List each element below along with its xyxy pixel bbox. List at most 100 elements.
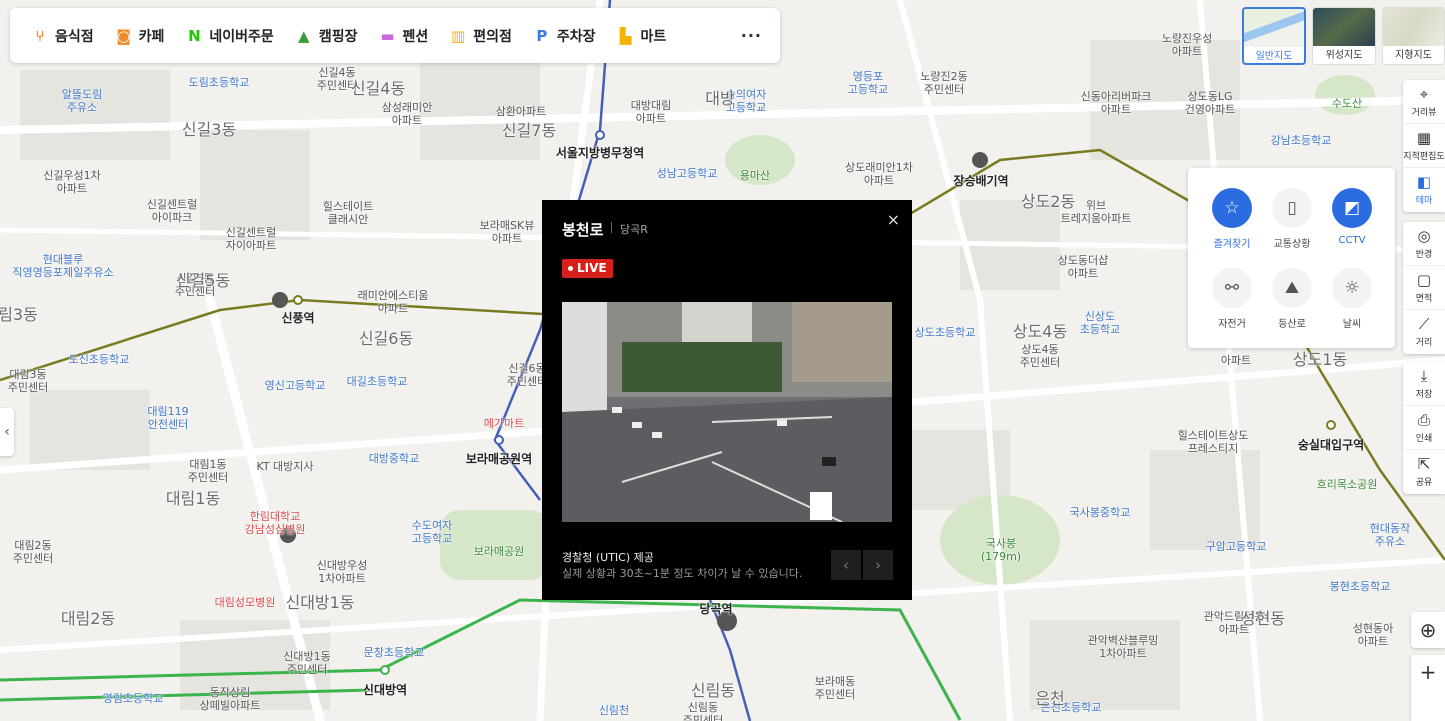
map-label[interactable]: 구암고등학교 [1206,540,1267,553]
map-label[interactable]: 국사봉 (179m) [981,537,1021,563]
map-label[interactable]: 상도4동 [1013,324,1067,340]
map-label[interactable]: 상도래미안1차 아파트 [845,161,913,187]
map-label[interactable]: 보라매공원 [474,545,525,558]
toolbar-share[interactable]: ⇱ 공유 [1403,450,1445,494]
toolbar-street-view[interactable]: ⌖ 거리뷰 [1403,80,1445,124]
map-label[interactable]: 래미안에스티움 아파트 [358,289,429,315]
toolbar-print[interactable]: ⎙ 인쇄 [1403,406,1445,450]
map-label[interactable]: 신대방역 [363,684,407,697]
map-label[interactable]: 상도초등학교 [915,326,976,339]
map-label[interactable]: 신상도 초등학교 [1080,310,1120,336]
map-label[interactable]: 수도여자 고등학교 [412,519,452,545]
map-label[interactable]: 관악벽산블루밍 1차아파트 [1088,634,1159,660]
map-label[interactable]: 문창초등학교 [364,646,425,659]
map-label[interactable]: 대림3동 주민센터 [8,368,48,394]
prev-camera-button[interactable]: ‹ [831,550,861,580]
map-label[interactable]: 신동아리버파크 아파트 [1081,90,1152,116]
map-label[interactable]: 신길센트럴 자이아파트 [226,226,277,252]
map-label[interactable]: 신길5동 [176,273,230,289]
map-label[interactable]: 림3동 [0,307,38,323]
toolbar-theme[interactable]: ◧ 테마 [1403,168,1445,212]
map-label[interactable]: 숭실대입구역 [1298,439,1364,452]
category-bed[interactable]: ▬ 펜션 [379,26,428,46]
map-label[interactable]: KT 대방지사 [256,460,313,473]
map-label[interactable]: 동작상림 상떼빌아파트 [200,686,261,712]
theme-cctv[interactable]: ◩ CCTV [1317,188,1387,246]
map-label[interactable]: 대방중학교 [369,452,420,465]
next-camera-button[interactable]: › [863,550,893,580]
map-label[interactable]: 보라매공원역 [466,453,532,466]
map-label[interactable]: 흐리목소공원 [1317,478,1378,491]
zoom-in-button[interactable]: + [1411,655,1445,721]
map-label[interactable]: 국사봉중학교 [1070,506,1131,519]
theme-sun[interactable]: ☼ 날씨 [1317,268,1387,330]
map-label[interactable]: 수도산 [1332,97,1362,110]
map-label[interactable]: 대림1동 주민센터 [188,458,228,484]
map-label[interactable]: 힐스테이트상도 프레스티지 [1178,429,1249,455]
map-label[interactable]: 도림초등학교 [189,76,250,89]
map-type-normal[interactable]: 일반지도 [1242,7,1306,65]
map-label[interactable]: 성현동 [1241,611,1285,627]
map-label[interactable]: 상도동더샵 아파트 [1058,254,1109,280]
map-label[interactable]: 당곡역 [699,603,732,616]
toolbar-area[interactable]: ▢ 면적 [1403,266,1445,310]
map-label[interactable]: 영등포 고등학교 [848,70,888,96]
map-label[interactable]: 신림동 주민센터 [683,701,723,721]
category-parking[interactable]: P 주차장 [534,26,595,46]
toolbar-radius[interactable]: ◎ 반경 [1403,222,1445,266]
map-label[interactable]: 현대블루 직영영등포제일주유소 [12,253,113,279]
map-label[interactable]: 장승배기역 [953,175,1008,188]
map-label[interactable]: 봉현초등학교 [1330,580,1391,593]
category-cart[interactable]: ▙ 마트 [618,26,667,46]
map-label[interactable]: 영림초등학교 [103,692,164,705]
map-type-satellite[interactable]: 위성지도 [1312,7,1376,65]
category-store[interactable]: ▥ 편의점 [450,26,512,46]
map-label[interactable]: 신길7동 [502,123,556,139]
more-categories-button[interactable]: ··· [741,26,762,45]
map-label[interactable]: 신림천 [599,704,629,717]
map-label[interactable]: 신림동 [691,683,735,699]
map-label[interactable]: 메가마트 [484,417,524,430]
map-label[interactable]: 대림2동 주민센터 [13,539,53,565]
map-label[interactable]: 보라매SK뷰 아파트 [480,219,535,245]
map-label[interactable]: 대방대림 아파트 [631,99,671,125]
map-label[interactable]: 대방 [705,91,734,107]
map-label[interactable]: 힐스테이트 클래시안 [323,200,374,226]
map-label[interactable]: 신풍역 [281,312,314,325]
category-naver[interactable]: N 네이버주문 [186,26,274,46]
map-label[interactable]: 서울지방병무청역 [556,147,644,160]
map-label[interactable]: 신길6동 [359,331,413,347]
map-label[interactable]: 대림1동 [166,491,220,507]
category-cafe[interactable]: ◙ 카페 [116,26,164,46]
map-label[interactable]: 신대방우성 1차아파트 [317,559,368,585]
map-label[interactable]: 삼환아파트 [496,105,547,118]
category-fork-knife[interactable]: ⑂ 음식점 [32,26,93,46]
map-label[interactable]: 성남고등학교 [657,167,718,180]
map-label[interactable]: 용마산 [740,169,770,182]
map-label[interactable]: 도신초등학교 [69,353,130,366]
map-label[interactable]: 신길3동 [182,122,236,138]
map-label[interactable]: 대림119 안전센터 [147,405,188,431]
cctv-video[interactable] [562,302,892,522]
map-label[interactable]: 한림대학교 강남성심병원 [245,510,306,536]
map-label[interactable]: 위브 트레지움아파트 [1061,199,1132,225]
map-label[interactable]: 신길우성1차 아파트 [43,169,101,195]
map-label[interactable]: 신대방1동 주민센터 [283,650,330,676]
map-label[interactable]: 성현동아 아파트 [1353,622,1393,648]
map-label[interactable]: 보라매동 주민센터 [815,675,855,701]
map-label[interactable]: 대림2동 [61,611,115,627]
toolbar-cadastral[interactable]: ▦ 지적편집도 [1403,124,1445,168]
map-label[interactable]: 노량진2동 주민센터 [920,70,967,96]
map-label[interactable]: 상도4동 주민센터 [1020,343,1060,369]
map-label[interactable]: 상도1동 [1293,352,1347,368]
map-label[interactable]: 상도동LG 건영아파트 [1185,90,1236,116]
expand-panel-button[interactable]: ‹ [0,408,14,456]
map-label[interactable]: 노량진우성 아파트 [1162,32,1213,58]
map-type-terrain[interactable]: 지형지도 [1382,7,1445,65]
map-label[interactable]: 대림성모병원 [215,596,276,609]
category-tent[interactable]: ▲ 캠핑장 [296,26,357,46]
close-icon[interactable]: × [887,210,900,229]
map-label[interactable]: 영신고등학교 [265,379,326,392]
map-label[interactable]: 대길초등학교 [347,375,408,388]
toolbar-ruler[interactable]: ⟋ 거리 [1403,310,1445,354]
